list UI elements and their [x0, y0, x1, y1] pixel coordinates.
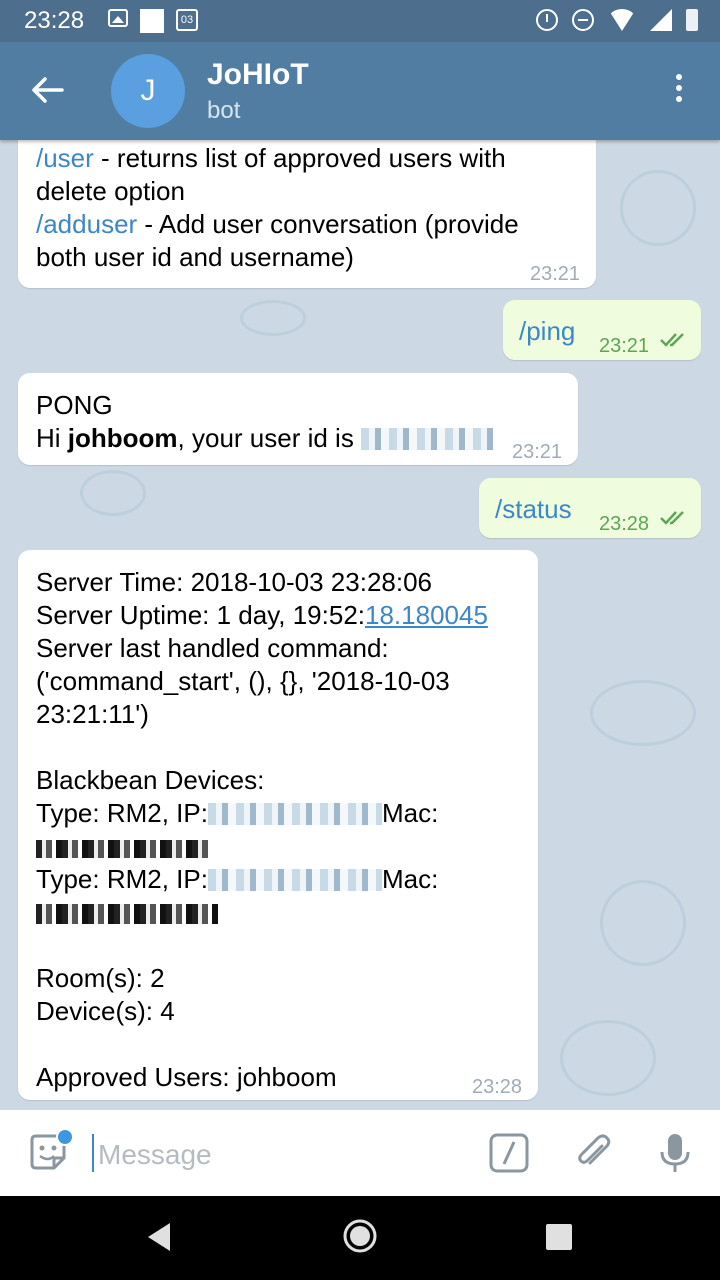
- background-doodle: [240, 300, 306, 336]
- chat-title[interactable]: JoHIoT: [207, 58, 309, 92]
- nav-home-icon[interactable]: [342, 1218, 378, 1254]
- message-text-line: Type: RM2, IP:: [36, 798, 208, 828]
- background-doodle: [80, 470, 146, 516]
- background-doodle: [620, 170, 696, 246]
- background-doodle: [590, 680, 696, 746]
- message-text: /ping: [519, 316, 576, 346]
- do-not-disturb-icon: [572, 9, 594, 31]
- redacted-ip: [207, 803, 382, 825]
- message-text-line: 23:21:11'): [36, 699, 149, 729]
- redacted-ip: [207, 869, 382, 891]
- username: johboom: [67, 423, 178, 453]
- wifi-icon: [608, 9, 636, 31]
- message-text-line: both user id and username): [36, 242, 354, 272]
- chat-subtitle: bot: [207, 97, 241, 124]
- message-text-line: delete option: [36, 176, 185, 206]
- message-text: /status: [495, 494, 572, 524]
- status-bar: 23:28 03: [0, 0, 720, 42]
- redacted-mac: [36, 904, 218, 924]
- more-options-icon[interactable]: [664, 74, 694, 110]
- message-text-line: - Add user conversation (provide: [137, 209, 519, 239]
- message-text-line: Hi: [36, 423, 68, 453]
- redacted-mac: [36, 840, 212, 858]
- battery-icon: [686, 9, 698, 31]
- back-arrow-icon[interactable]: [28, 70, 68, 110]
- message-time: 23:21: [512, 441, 563, 463]
- command-link[interactable]: /adduser: [36, 209, 137, 239]
- incoming-message[interactable]: Server Time: 2018-10-03 23:28:06 Server …: [18, 550, 538, 1100]
- background-doodle: [600, 880, 686, 966]
- nav-recents-icon[interactable]: [544, 1222, 574, 1252]
- message-text-line: PONG: [36, 390, 113, 420]
- microphone-icon[interactable]: [654, 1132, 696, 1174]
- message-text-line: Mac:: [381, 798, 439, 828]
- message-text-line: Approved Users: johboom: [36, 1062, 337, 1092]
- read-checkmarks-icon: [660, 333, 684, 347]
- outgoing-message[interactable]: /status 23:28: [479, 478, 701, 538]
- message-text-line: Mac:: [381, 864, 439, 894]
- phone-link[interactable]: 18.180045: [365, 600, 488, 630]
- bot-commands-icon[interactable]: [488, 1132, 530, 1174]
- outgoing-message[interactable]: /ping 23:21: [503, 300, 701, 360]
- message-text-line: Room(s): 2: [36, 963, 165, 993]
- chat-area[interactable]: /user - returns list of approved users w…: [0, 140, 720, 1110]
- incoming-message[interactable]: /user - returns list of approved users w…: [18, 140, 596, 288]
- avatar[interactable]: J: [111, 54, 185, 128]
- signal-icon: [650, 9, 672, 31]
- message-text-line: ('command_start', (), {}, '2018-10-03: [36, 666, 450, 696]
- message-text-line: Server Time: 2018-10-03 23:28:06: [36, 567, 433, 597]
- command-link[interactable]: /user: [36, 143, 94, 173]
- nav-back-icon[interactable]: [144, 1220, 174, 1254]
- message-time: 23:28: [472, 1076, 523, 1098]
- background-doodle: [560, 1020, 656, 1096]
- message-text-line: Device(s): 4: [36, 996, 175, 1026]
- message-text-line: , your user id is: [177, 423, 362, 453]
- new-sticker-dot: [56, 1128, 74, 1146]
- message-input[interactable]: [96, 1136, 460, 1174]
- message-time: 23:21: [530, 263, 581, 285]
- text-cursor: [92, 1134, 94, 1172]
- calendar-notification-icon: 03: [176, 9, 198, 31]
- app-notification-icon: [140, 9, 164, 33]
- image-notification-icon: [108, 9, 128, 27]
- message-text-line: Blackbean Devices:: [36, 765, 265, 795]
- message-text-line: Server last handled command:: [36, 633, 389, 663]
- incoming-message[interactable]: PONG Hi johboom, your user id is 23:21: [18, 373, 578, 465]
- message-input-bar: [0, 1110, 720, 1196]
- message-text: Server Time: 2018-10-03 23:28:06 Server …: [36, 566, 536, 1094]
- chat-header: J JoHIoT bot: [0, 42, 720, 140]
- message-text-line: Type: RM2, IP:: [36, 864, 208, 894]
- message-text: /user - returns list of approved users w…: [36, 142, 586, 274]
- alarm-icon: [536, 9, 558, 31]
- system-nav-bar: [0, 1196, 720, 1280]
- message-text: PONG Hi johboom, your user id is: [36, 389, 494, 455]
- message-text-line: - returns list of approved users with: [93, 143, 506, 173]
- status-time: 23:28: [24, 7, 85, 34]
- redacted-user-id: [361, 428, 494, 450]
- message-time: 23:28: [599, 513, 650, 535]
- message-text-line: Server Uptime: 1 day, 19:52:: [36, 600, 366, 630]
- attach-paperclip-icon[interactable]: [572, 1132, 614, 1174]
- read-checkmarks-icon: [660, 511, 684, 525]
- message-time: 23:21: [599, 335, 650, 357]
